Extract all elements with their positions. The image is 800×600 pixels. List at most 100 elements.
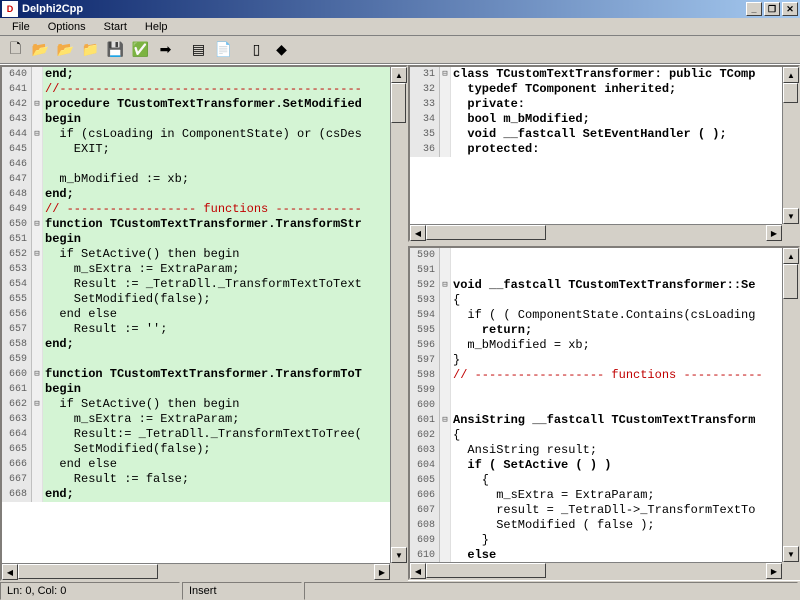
code-line[interactable]: 663 m_sExtra := ExtraParam; — [2, 412, 406, 427]
scroll-left-icon[interactable]: ◀ — [410, 225, 426, 241]
menu-start[interactable]: Start — [96, 19, 135, 35]
code-line[interactable]: 655 SetModified(false); — [2, 292, 406, 307]
code-line[interactable]: 601⊟AnsiString __fastcall TCustomTextTra… — [410, 413, 798, 428]
code-line[interactable]: 653 m_sExtra := ExtraParam; — [2, 262, 406, 277]
scroll-up-icon[interactable]: ▲ — [391, 67, 407, 83]
right-top-code-area[interactable]: 31⊟class TCustomTextTransformer: public … — [410, 67, 798, 240]
code-line[interactable]: 602{ — [410, 428, 798, 443]
scroll-thumb[interactable] — [783, 264, 798, 299]
code-line[interactable]: 36 protected: — [410, 142, 798, 157]
close-button[interactable]: ✕ — [782, 2, 798, 16]
scroll-left-icon[interactable]: ◀ — [410, 563, 426, 579]
left-code-area[interactable]: 640end;641//----------------------------… — [2, 67, 406, 579]
scroll-right-icon[interactable]: ▶ — [766, 563, 782, 579]
toolbar-open-folder[interactable]: 📁 — [79, 39, 102, 61]
code-line[interactable]: 609 } — [410, 533, 798, 548]
code-line[interactable]: 593{ — [410, 293, 798, 308]
code-line[interactable]: 604 if ( SetActive ( ) ) — [410, 458, 798, 473]
code-line[interactable]: 650⊟function TCustomTextTransformer.Tran… — [2, 217, 406, 232]
fold-marker[interactable]: ⊟ — [440, 413, 451, 428]
toolbar-open-src[interactable]: 📂 — [29, 39, 52, 61]
scroll-down-icon[interactable]: ▼ — [391, 547, 407, 563]
scroll-up-icon[interactable]: ▲ — [783, 248, 799, 264]
code-line[interactable]: 594 if ( ( ComponentState.Contains(csLoa… — [410, 308, 798, 323]
code-line[interactable]: 659 — [2, 352, 406, 367]
code-line[interactable]: 666 end else — [2, 457, 406, 472]
code-line[interactable]: 590 — [410, 248, 798, 263]
toolbar-new-file[interactable]: 🗋 — [4, 39, 27, 61]
scroll-right-icon[interactable]: ▶ — [374, 564, 390, 580]
code-line[interactable]: 597} — [410, 353, 798, 368]
code-line[interactable]: 596 m_bModified = xb; — [410, 338, 798, 353]
code-line[interactable]: 608 SetModified ( false ); — [410, 518, 798, 533]
code-line[interactable]: 645 EXIT; — [2, 142, 406, 157]
minimize-button[interactable]: _ — [746, 2, 762, 16]
toolbar-save-check[interactable]: ✅ — [129, 39, 152, 61]
code-line[interactable]: 657 Result := ''; — [2, 322, 406, 337]
scroll-left-icon[interactable]: ◀ — [2, 564, 18, 580]
menu-options[interactable]: Options — [40, 19, 94, 35]
code-line[interactable]: 656 end else — [2, 307, 406, 322]
scroll-thumb[interactable] — [391, 83, 406, 123]
toolbar-list[interactable]: ▤ — [187, 39, 210, 61]
code-line[interactable]: 595 return; — [410, 323, 798, 338]
toolbar-open-src2[interactable]: 📂 — [54, 39, 77, 61]
code-line[interactable]: 598// ------------------ functions -----… — [410, 368, 798, 383]
toolbar-save[interactable]: 💾 — [104, 39, 127, 61]
scroll-right-icon[interactable]: ▶ — [766, 225, 782, 241]
code-line[interactable]: 654 Result := _TetraDll._TransformTextTo… — [2, 277, 406, 292]
fold-marker[interactable]: ⊟ — [32, 367, 43, 382]
fold-marker[interactable]: ⊟ — [440, 278, 451, 293]
code-line[interactable]: 649// ------------------ functions -----… — [2, 202, 406, 217]
scrollbar-vertical[interactable]: ▲ ▼ — [782, 248, 798, 562]
code-line[interactable]: 664 Result:= _TetraDll._TransformTextToT… — [2, 427, 406, 442]
code-line[interactable]: 607 result = _TetraDll->_TransformTextTo — [410, 503, 798, 518]
code-line[interactable]: 667 Result := false; — [2, 472, 406, 487]
scrollbar-vertical[interactable]: ▲ ▼ — [390, 67, 406, 563]
code-line[interactable]: 591 — [410, 263, 798, 278]
code-line[interactable]: 642⊟procedure TCustomTextTransformer.Set… — [2, 97, 406, 112]
fold-marker[interactable]: ⊟ — [32, 97, 43, 112]
code-line[interactable]: 600 — [410, 398, 798, 413]
code-line[interactable]: 592⊟void __fastcall TCustomTextTransform… — [410, 278, 798, 293]
code-line[interactable]: 35 void __fastcall SetEventHandler ( ); — [410, 127, 798, 142]
scroll-down-icon[interactable]: ▼ — [783, 546, 799, 562]
scroll-up-icon[interactable]: ▲ — [783, 67, 799, 83]
code-line[interactable]: 646 — [2, 157, 406, 172]
maximize-button[interactable]: ❐ — [764, 2, 780, 16]
scrollbar-horizontal[interactable]: ◀ ▶ — [2, 563, 390, 579]
code-line[interactable]: 668end; — [2, 487, 406, 502]
code-line[interactable]: 647 m_bModified := xb; — [2, 172, 406, 187]
code-line[interactable]: 31⊟class TCustomTextTransformer: public … — [410, 67, 798, 82]
scroll-down-icon[interactable]: ▼ — [783, 208, 799, 224]
code-line[interactable]: 652⊟ if SetActive() then begin — [2, 247, 406, 262]
code-line[interactable]: 665 SetModified(false); — [2, 442, 406, 457]
code-line[interactable]: 648end; — [2, 187, 406, 202]
code-line[interactable]: 643begin — [2, 112, 406, 127]
code-line[interactable]: 32 typedef TComponent inherited; — [410, 82, 798, 97]
fold-marker[interactable]: ⊟ — [32, 247, 43, 262]
scroll-thumb[interactable] — [783, 83, 798, 103]
code-line[interactable]: 644⊟ if (csLoading in ComponentState) or… — [2, 127, 406, 142]
code-line[interactable]: 661begin — [2, 382, 406, 397]
code-line[interactable]: 606 m_sExtra = ExtraParam; — [410, 488, 798, 503]
menu-file[interactable]: File — [4, 19, 38, 35]
toolbar-run[interactable]: ➡ — [154, 39, 177, 61]
toolbar-doc[interactable]: 📄 — [212, 39, 235, 61]
toolbar-stop[interactable]: ▯ — [245, 39, 268, 61]
scroll-thumb[interactable] — [426, 225, 546, 240]
code-line[interactable]: 641//-----------------------------------… — [2, 82, 406, 97]
menu-help[interactable]: Help — [137, 19, 176, 35]
code-line[interactable]: 651begin — [2, 232, 406, 247]
code-line[interactable]: 662⊟ if SetActive() then begin — [2, 397, 406, 412]
fold-marker[interactable]: ⊟ — [32, 397, 43, 412]
code-line[interactable]: 610 else — [410, 548, 798, 563]
scrollbar-horizontal[interactable]: ◀ ▶ — [410, 562, 782, 578]
code-line[interactable]: 599 — [410, 383, 798, 398]
scrollbar-vertical[interactable]: ▲ ▼ — [782, 67, 798, 224]
toolbar-help[interactable]: ◆ — [270, 39, 293, 61]
scroll-thumb[interactable] — [426, 563, 546, 578]
code-line[interactable]: 605 { — [410, 473, 798, 488]
scroll-thumb[interactable] — [18, 564, 158, 579]
code-line[interactable]: 640end; — [2, 67, 406, 82]
